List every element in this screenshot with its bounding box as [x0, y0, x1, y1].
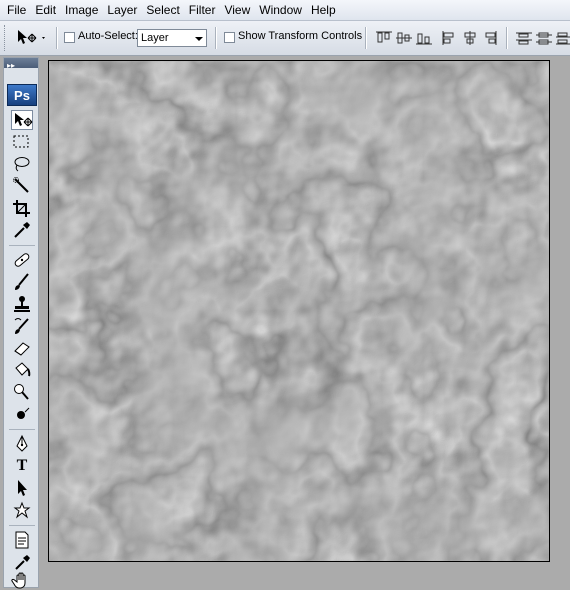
separator	[506, 27, 508, 49]
healing-brush-tool[interactable]	[11, 250, 33, 270]
separator	[56, 27, 58, 49]
eyedropper-icon	[15, 555, 30, 570]
separator	[215, 27, 217, 49]
align-hcenter-icon	[464, 31, 476, 45]
hand-tool[interactable]	[11, 570, 33, 590]
distribute-bottom-icon	[556, 32, 570, 45]
type-tool[interactable]: T	[11, 456, 33, 476]
crop-icon	[13, 200, 30, 217]
notes-tool[interactable]	[11, 530, 33, 550]
menu-layer[interactable]: Layer	[104, 0, 143, 20]
menu-view[interactable]: View	[221, 0, 256, 20]
stamp-icon	[14, 296, 30, 312]
brush-tool[interactable]	[11, 272, 33, 292]
align-horizontal-centers-button[interactable]	[461, 30, 479, 46]
dodge-tool[interactable]	[11, 382, 33, 402]
paint-bucket-tool[interactable]	[11, 360, 33, 380]
distribute-vertical-centers-button[interactable]	[535, 30, 553, 46]
align-vertical-centers-button[interactable]	[395, 30, 413, 46]
lasso-tool[interactable]	[11, 154, 33, 174]
eraser-tool[interactable]	[11, 338, 33, 358]
menu-edit[interactable]: Edit	[32, 0, 62, 20]
menu-bar: File Edit Image Layer Select Filter View…	[0, 0, 570, 21]
drop-icon	[17, 407, 30, 419]
history-brush-tool[interactable]	[11, 316, 33, 336]
rectangular-marquee-icon	[13, 135, 29, 148]
distribute-bottom-edges-button[interactable]	[555, 30, 570, 46]
align-left-edges-button[interactable]	[441, 30, 459, 46]
quick-selection-icon	[13, 177, 29, 193]
collapse-icon: ▸▸	[7, 61, 16, 70]
dodge-icon	[14, 384, 29, 400]
align-bottom-edges-button[interactable]	[415, 30, 433, 46]
bandage-icon	[14, 253, 30, 267]
eyedropper-tool-2[interactable]	[11, 552, 33, 572]
paint-bucket-icon	[15, 362, 31, 377]
photoshop-logo[interactable]: Ps	[7, 84, 37, 106]
crop-tool[interactable]	[11, 198, 33, 218]
hand-icon	[11, 572, 26, 589]
blur-tool[interactable]	[11, 404, 33, 424]
move-icon	[18, 30, 45, 44]
show-transform-checkbox[interactable]	[224, 32, 235, 43]
brush-icon	[15, 273, 29, 290]
history-brush-icon	[14, 318, 29, 334]
pen-tool[interactable]	[11, 434, 33, 454]
type-icon: T	[16, 457, 28, 474]
eyedropper-icon	[14, 222, 30, 238]
menu-select[interactable]: Select	[143, 0, 185, 20]
auto-select-dropdown[interactable]: Layer	[137, 29, 207, 47]
pen-icon	[16, 434, 28, 452]
align-left-icon	[442, 31, 454, 45]
auto-select-checkbox[interactable]	[64, 32, 75, 43]
align-right-edges-button[interactable]	[481, 30, 499, 46]
document-canvas[interactable]	[48, 60, 550, 562]
menu-window[interactable]: Window	[256, 0, 308, 20]
quick-selection-tool[interactable]	[11, 176, 33, 196]
move-tool[interactable]	[11, 110, 33, 130]
auto-select-value: Layer	[141, 32, 169, 44]
distribute-vcenter-icon	[536, 32, 552, 45]
move-tool-preset-picker[interactable]	[14, 28, 50, 48]
tools-panel: ▸▸ Ps T	[3, 57, 39, 590]
chrome-liquid-texture-image	[49, 61, 549, 561]
chevron-down-icon	[195, 37, 203, 41]
eraser-icon	[14, 342, 30, 356]
custom-shape-tool[interactable]	[11, 500, 33, 520]
align-right-icon	[485, 31, 497, 45]
clone-stamp-tool[interactable]	[11, 294, 33, 314]
separator	[365, 27, 367, 49]
notes-icon	[15, 531, 29, 549]
path-selection-icon	[18, 480, 27, 496]
align-top-edges-button[interactable]	[375, 30, 393, 46]
tools-panel-header[interactable]: ▸▸	[4, 58, 38, 70]
distribute-top-edges-button[interactable]	[515, 30, 533, 46]
menu-filter[interactable]: Filter	[186, 0, 222, 20]
align-vcenter-icon	[396, 32, 412, 44]
menu-help[interactable]: Help	[308, 0, 342, 20]
eyedropper-tool[interactable]	[11, 220, 33, 240]
menu-image[interactable]: Image	[62, 0, 104, 20]
move-icon	[15, 113, 33, 127]
lasso-icon	[14, 157, 30, 172]
menu-file[interactable]: File	[4, 0, 32, 20]
options-bar: Auto-Select: Layer Show Transform Contro…	[0, 21, 570, 56]
distribute-top-icon	[516, 32, 532, 45]
tool-separator	[9, 525, 35, 526]
marquee-tool[interactable]	[11, 132, 33, 152]
options-bar-grip[interactable]	[4, 25, 8, 51]
tool-separator	[9, 245, 35, 246]
path-selection-tool[interactable]	[11, 478, 33, 498]
align-top-icon	[376, 31, 392, 43]
tool-separator	[9, 429, 35, 430]
shape-icon	[13, 501, 31, 519]
auto-select-label: Auto-Select:	[78, 30, 138, 42]
show-transform-label: Show Transform Controls	[238, 30, 363, 42]
align-bottom-icon	[416, 33, 432, 45]
